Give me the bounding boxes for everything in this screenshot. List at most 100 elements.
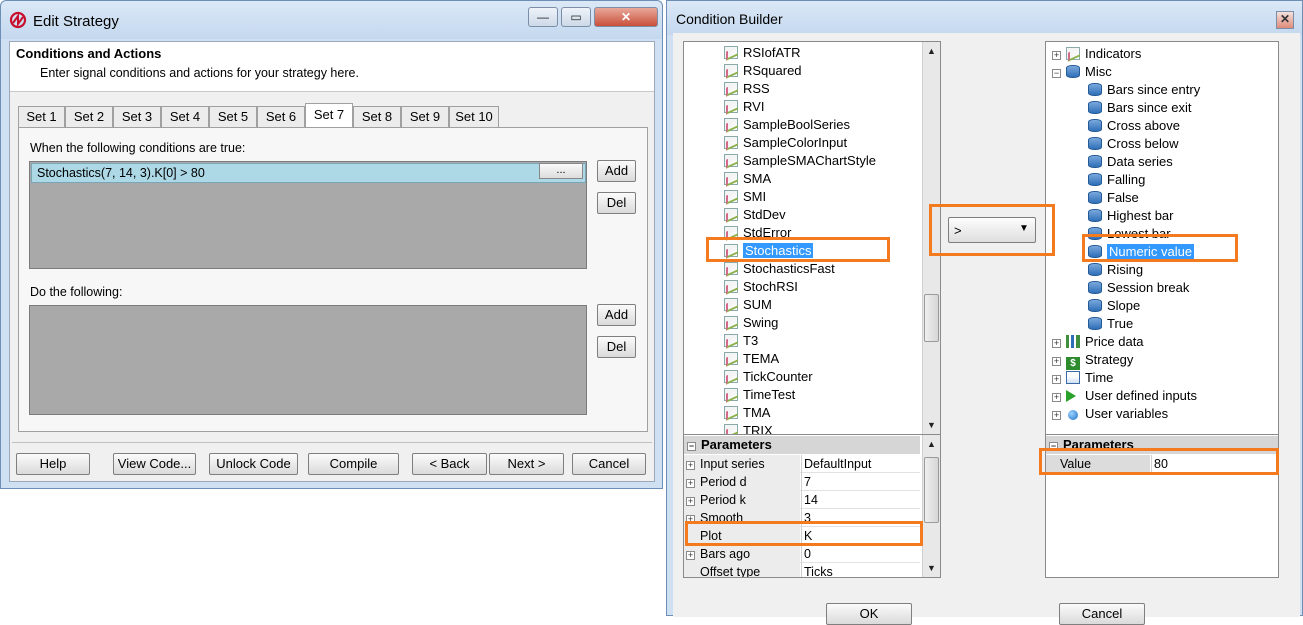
indicator-item[interactable]: RSS bbox=[724, 80, 770, 98]
indicator-item[interactable]: StdDev bbox=[724, 206, 786, 224]
indicator-item[interactable]: Swing bbox=[724, 314, 778, 332]
tree-node[interactable]: + Time bbox=[1052, 369, 1113, 387]
parameter-value[interactable]: 0 bbox=[801, 545, 919, 563]
indicator-item[interactable]: SampleBoolSeries bbox=[724, 116, 850, 134]
indicator-item[interactable]: TimeTest bbox=[724, 386, 795, 404]
misc-item[interactable]: Cross below bbox=[1088, 135, 1179, 153]
cancel-button[interactable]: Cancel bbox=[1059, 603, 1145, 625]
scroll-thumb[interactable] bbox=[924, 294, 939, 342]
indicator-item[interactable]: RVI bbox=[724, 98, 764, 116]
misc-item[interactable]: False bbox=[1088, 189, 1139, 207]
scroll-down-icon[interactable]: ▼ bbox=[923, 420, 940, 430]
indicator-item[interactable]: SMA bbox=[724, 170, 771, 188]
tab-set-1[interactable]: Set 1 bbox=[18, 106, 65, 127]
tree-node[interactable]: + $ Strategy bbox=[1052, 351, 1133, 370]
condition-row[interactable]: Stochastics(7, 14, 3).K[0] > 80 bbox=[31, 163, 586, 183]
misc-item[interactable]: Session break bbox=[1088, 279, 1189, 297]
indicator-item[interactable]: SampleColorInput bbox=[724, 134, 847, 152]
tab-set-4[interactable]: Set 4 bbox=[161, 106, 209, 127]
condition-builder-titlebar[interactable]: Condition Builder ✕ bbox=[667, 1, 1302, 35]
edit-condition-button[interactable]: ... bbox=[539, 163, 583, 179]
misc-item[interactable]: Highest bar bbox=[1088, 207, 1173, 225]
tree-node[interactable]: + User variables bbox=[1052, 405, 1168, 423]
scroll-up-icon[interactable]: ▲ bbox=[923, 439, 940, 449]
indicator-item[interactable]: TEMA bbox=[724, 350, 779, 368]
help-button[interactable]: Help bbox=[16, 453, 90, 475]
indicator-item[interactable]: TRIX bbox=[724, 422, 773, 434]
compile-button[interactable]: Compile bbox=[308, 453, 399, 475]
expand-icon[interactable]: + bbox=[1052, 357, 1061, 366]
cancel-button[interactable]: Cancel bbox=[572, 453, 646, 475]
parameter-row[interactable]: Offset type Ticks bbox=[684, 563, 920, 577]
tab-set-9[interactable]: Set 9 bbox=[401, 106, 449, 127]
tab-set-10[interactable]: Set 10 bbox=[449, 106, 499, 127]
expand-icon[interactable]: + bbox=[1052, 51, 1061, 60]
parameter-value[interactable]: Ticks bbox=[801, 563, 919, 577]
expand-icon[interactable]: + bbox=[1052, 393, 1061, 402]
actions-list[interactable] bbox=[29, 305, 587, 415]
misc-item[interactable]: Cross above bbox=[1088, 117, 1180, 135]
expand-icon[interactable]: + bbox=[686, 497, 695, 506]
parameter-row[interactable]: + Input series DefaultInput bbox=[684, 455, 920, 473]
close-icon[interactable]: ✕ bbox=[594, 7, 658, 27]
misc-item[interactable]: True bbox=[1088, 315, 1133, 333]
expand-icon[interactable]: + bbox=[686, 551, 695, 560]
tab-set-5[interactable]: Set 5 bbox=[209, 106, 257, 127]
collapse-icon[interactable]: − bbox=[687, 442, 696, 451]
close-icon[interactable]: ✕ bbox=[1276, 11, 1294, 29]
tree-node-misc[interactable]: − Misc bbox=[1052, 63, 1112, 81]
misc-item[interactable]: Rising bbox=[1088, 261, 1143, 279]
tab-set-2[interactable]: Set 2 bbox=[65, 106, 113, 127]
misc-item[interactable]: Bars since entry bbox=[1088, 81, 1200, 99]
tree-node[interactable]: + Price data bbox=[1052, 333, 1144, 351]
tree-node[interactable]: + User defined inputs bbox=[1052, 387, 1197, 405]
expand-icon[interactable]: + bbox=[686, 479, 695, 488]
delete-action-button[interactable]: Del bbox=[597, 336, 636, 358]
scroll-thumb[interactable] bbox=[924, 457, 939, 523]
maximize-icon[interactable]: ▭ bbox=[561, 7, 591, 27]
parameter-row[interactable]: + Period d 7 bbox=[684, 473, 920, 491]
add-action-button[interactable]: Add bbox=[597, 304, 636, 326]
indicator-item[interactable]: SUM bbox=[724, 296, 772, 314]
indicator-item[interactable]: SMI bbox=[724, 188, 766, 206]
indicator-item[interactable]: TMA bbox=[724, 404, 770, 422]
indicator-item[interactable]: RSquared bbox=[724, 62, 802, 80]
indicator-item[interactable]: StochRSI bbox=[724, 278, 798, 296]
unlock-code-button[interactable]: Unlock Code bbox=[209, 453, 298, 475]
params-scrollbar[interactable]: ▲ ▼ bbox=[922, 435, 940, 577]
tab-set-3[interactable]: Set 3 bbox=[113, 106, 161, 127]
indicator-item[interactable]: SampleSMAChartStyle bbox=[724, 152, 876, 170]
ok-button[interactable]: OK bbox=[826, 603, 912, 625]
scroll-down-icon[interactable]: ▼ bbox=[923, 563, 940, 573]
misc-item[interactable]: Bars since exit bbox=[1088, 99, 1192, 117]
parameter-value[interactable]: 7 bbox=[801, 473, 919, 491]
expand-icon[interactable]: + bbox=[1052, 411, 1061, 420]
indicator-item[interactable]: RSIofATR bbox=[724, 44, 801, 62]
conditions-list[interactable]: Stochastics(7, 14, 3).K[0] > 80 ... bbox=[29, 161, 587, 269]
next-button[interactable]: Next > bbox=[489, 453, 564, 475]
parameter-row[interactable]: + Bars ago 0 bbox=[684, 545, 920, 563]
tree-node-indicators[interactable]: + Indicators bbox=[1052, 45, 1141, 63]
expand-icon[interactable]: + bbox=[1052, 339, 1061, 348]
misc-item[interactable]: Slope bbox=[1088, 297, 1140, 315]
tab-set-7[interactable]: Set 7 bbox=[305, 103, 353, 128]
scroll-up-icon[interactable]: ▲ bbox=[923, 46, 940, 56]
misc-item[interactable]: Data series bbox=[1088, 153, 1173, 171]
indicator-item[interactable]: TickCounter bbox=[724, 368, 813, 386]
back-button[interactable]: < Back bbox=[412, 453, 487, 475]
delete-condition-button[interactable]: Del bbox=[597, 192, 636, 214]
indicator-item[interactable]: T3 bbox=[724, 332, 758, 350]
tab-set-6[interactable]: Set 6 bbox=[257, 106, 305, 127]
expand-icon[interactable]: + bbox=[686, 461, 695, 470]
minimize-icon[interactable]: — bbox=[528, 7, 558, 27]
expand-icon[interactable]: + bbox=[1052, 375, 1061, 384]
indicator-item[interactable]: StochasticsFast bbox=[724, 260, 835, 278]
parameter-row[interactable]: + Period k 14 bbox=[684, 491, 920, 509]
edit-strategy-titlebar[interactable]: Edit Strategy — ▭ ✕ bbox=[1, 1, 662, 39]
misc-item[interactable]: Falling bbox=[1088, 171, 1145, 189]
parameter-value[interactable]: 14 bbox=[801, 491, 919, 509]
tab-set-8[interactable]: Set 8 bbox=[353, 106, 401, 127]
view-code-button[interactable]: View Code... bbox=[113, 453, 196, 475]
parameter-value[interactable]: DefaultInput bbox=[801, 455, 919, 473]
add-condition-button[interactable]: Add bbox=[597, 160, 636, 182]
